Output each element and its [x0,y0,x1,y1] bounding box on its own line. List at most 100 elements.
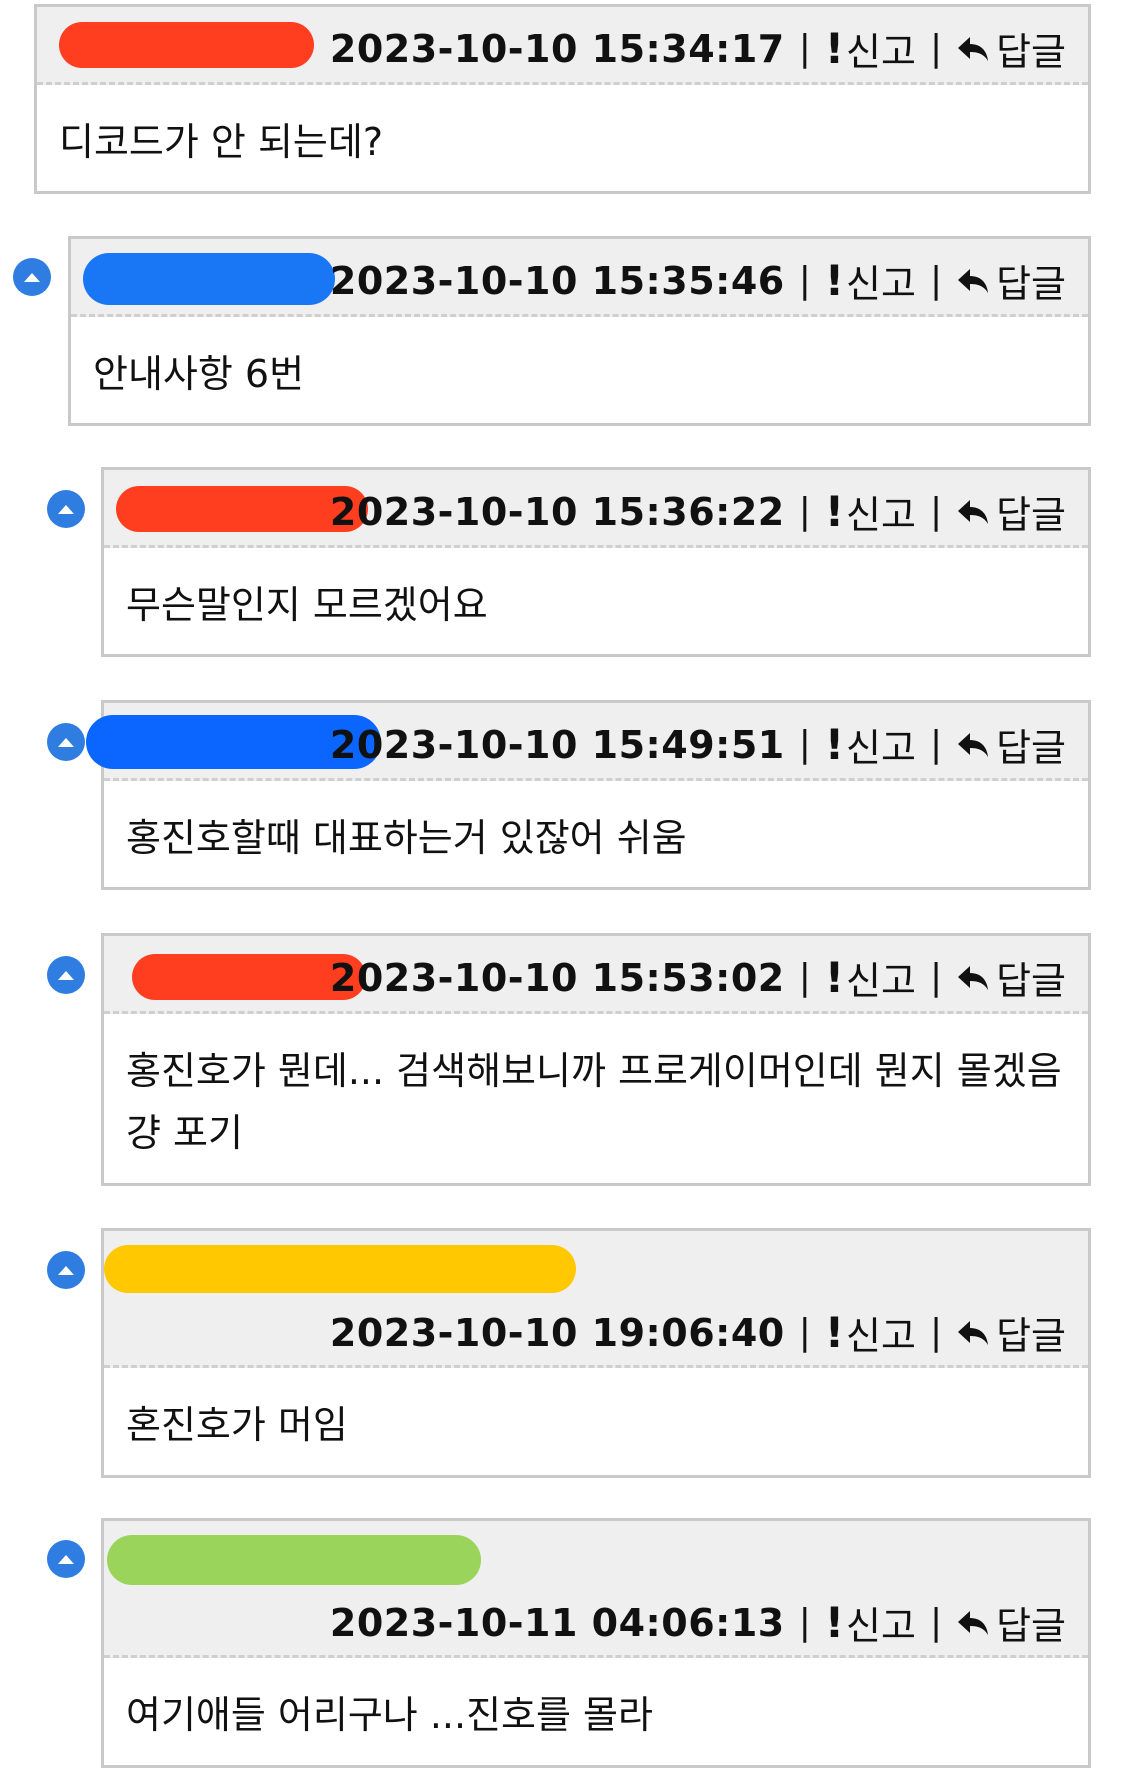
comment-body: 안내사항 6번 [71,317,1088,405]
report-button[interactable]: ! 신고 [825,950,916,1005]
exclamation-icon: ! [824,953,845,1002]
divider: | [798,1312,811,1353]
comment-header: 2023-10-10 19:06:40 | ! 신고 | 답글 [104,1231,1088,1368]
reply-arrow-icon [958,1610,989,1635]
comment-text: 홍진호할때 대표하는거 있잖어 쉬움 [126,816,687,860]
divider: | [798,260,811,301]
reply-button[interactable]: 답글 [956,253,1066,308]
comment-header: 2023-10-10 15:36:22 | ! 신고 | 답글 [104,470,1088,548]
reply-button[interactable]: 답글 [956,717,1066,772]
chevron-up-icon [58,738,74,747]
comment-header: 2023-10-10 15:34:17 | ! 신고 | 답글 [37,7,1088,85]
reply-button[interactable]: 답글 [956,1305,1066,1360]
report-label: 신고 [846,959,916,1003]
comment-timestamp: 2023-10-11 04:06:13 [329,1600,785,1645]
reply-arrow-icon [958,965,989,990]
divider: | [929,724,943,765]
comment-text: 홍진호가 뭔데... 검색해보니까 프로게이머인데 뭔지 몰겠음 [126,1049,1062,1093]
reply-arrow-icon [958,499,989,524]
reply-label: 답글 [996,30,1066,74]
upvote-button[interactable] [47,1540,85,1578]
comment-text: 디코드가 안 되는데? [59,120,384,164]
reply-button[interactable]: 답글 [956,950,1066,1005]
upvote-button[interactable] [47,490,85,528]
upvote-button[interactable] [47,1251,85,1289]
divider: | [929,260,943,301]
upvote-button[interactable] [47,956,85,994]
report-button[interactable]: ! 신고 [825,484,916,539]
reply-label: 답글 [996,1314,1066,1358]
report-label: 신고 [846,726,916,770]
comment-body: 디코드가 안 되는데? [37,85,1088,173]
comment: 2023-10-10 15:49:51 | ! 신고 | 답글 홍진호할때 대표하… [86,700,1091,890]
report-label: 신고 [846,30,916,74]
divider: | [929,957,943,998]
divider: | [929,1312,943,1353]
comment: 2023-10-10 15:53:02 | ! 신고 | 답글 홍진호가 뭔데..… [101,933,1091,1186]
reply-arrow-icon [958,732,989,757]
comment-meta: 2023-10-10 15:53:02 | ! 신고 | 답글 [330,950,1066,1005]
reply-button[interactable]: 답글 [956,21,1066,76]
comment-body: 홍진호할때 대표하는거 있잖어 쉬움 [104,781,1088,869]
divider: | [798,28,811,69]
reply-label: 답글 [996,262,1066,306]
comment-text-line-2: 걍 포기 [126,1111,243,1155]
redacted-username [107,1535,481,1585]
chevron-up-icon [58,505,74,514]
report-button[interactable]: ! 신고 [825,717,916,772]
reply-label: 답글 [996,959,1066,1003]
comment-meta: 2023-10-10 15:49:51 | ! 신고 | 답글 [330,717,1066,772]
exclamation-icon: ! [824,1308,845,1357]
reply-label: 답글 [996,726,1066,770]
reply-button[interactable]: 답글 [956,1595,1066,1650]
comment-body: 무슨말인지 모르겠어요 [104,548,1088,636]
comment-header: 2023-10-11 04:06:13 | ! 신고 | 답글 [104,1521,1088,1658]
reply-label: 답글 [996,1604,1066,1648]
comment-text: 혼진호가 머임 [126,1403,348,1447]
comment-header: 2023-10-10 15:35:46 | ! 신고 | 답글 [71,239,1088,317]
chevron-up-icon [24,273,40,282]
comment: 2023-10-11 04:06:13 | ! 신고 | 답글 여기애들 어리구나… [101,1518,1091,1768]
chevron-up-icon [58,971,74,980]
redacted-username [104,1245,576,1293]
report-label: 신고 [846,493,916,537]
exclamation-icon: ! [824,487,845,536]
comment-header: 2023-10-10 15:49:51 | ! 신고 | 답글 [86,703,1088,781]
comment-timestamp: 2023-10-10 15:53:02 [329,955,785,1000]
chevron-up-icon [58,1266,74,1275]
exclamation-icon: ! [824,1598,845,1647]
report-button[interactable]: ! 신고 [825,1305,916,1360]
comment-body: 여기애들 어리구나 ...진호를 몰라 [104,1658,1088,1746]
reply-label: 답글 [996,493,1066,537]
reply-arrow-icon [958,268,989,293]
divider: | [929,1602,943,1643]
comment-meta: 2023-10-10 19:06:40 | ! 신고 | 답글 [330,1305,1066,1360]
comment-meta: 2023-10-10 15:36:22 | ! 신고 | 답글 [330,484,1066,539]
divider: | [798,1602,811,1643]
exclamation-icon: ! [824,24,845,73]
report-label: 신고 [846,1604,916,1648]
comment-meta: 2023-10-10 15:34:17 | ! 신고 | 답글 [330,21,1066,76]
upvote-button[interactable] [13,258,51,296]
comment-timestamp: 2023-10-10 15:35:46 [329,258,785,303]
divider: | [929,28,943,69]
divider: | [798,724,811,765]
chevron-up-icon [58,1555,74,1564]
comment-timestamp: 2023-10-10 15:34:17 [329,26,785,71]
comment: 2023-10-10 15:35:46 | ! 신고 | 답글 안내사항 6번 [68,236,1091,426]
report-button[interactable]: ! 신고 [825,1595,916,1650]
divider: | [929,491,943,532]
redacted-username [83,253,335,305]
reply-button[interactable]: 답글 [956,484,1066,539]
comment-meta: 2023-10-11 04:06:13 | ! 신고 | 답글 [330,1595,1066,1650]
report-button[interactable]: ! 신고 [825,21,916,76]
upvote-button[interactable] [47,723,85,761]
comment-body: 홍진호가 뭔데... 검색해보니까 프로게이머인데 뭔지 몰겠음 걍 포기 [104,1014,1088,1164]
report-button[interactable]: ! 신고 [825,253,916,308]
comment: 2023-10-10 15:34:17 | ! 신고 | 답글 디코드가 안 되는… [34,4,1091,194]
reply-arrow-icon [958,1320,989,1345]
redacted-username [59,22,314,68]
comment-timestamp: 2023-10-10 19:06:40 [329,1310,785,1355]
divider: | [798,491,811,532]
comment-text: 무슨말인지 모르겠어요 [126,583,488,627]
